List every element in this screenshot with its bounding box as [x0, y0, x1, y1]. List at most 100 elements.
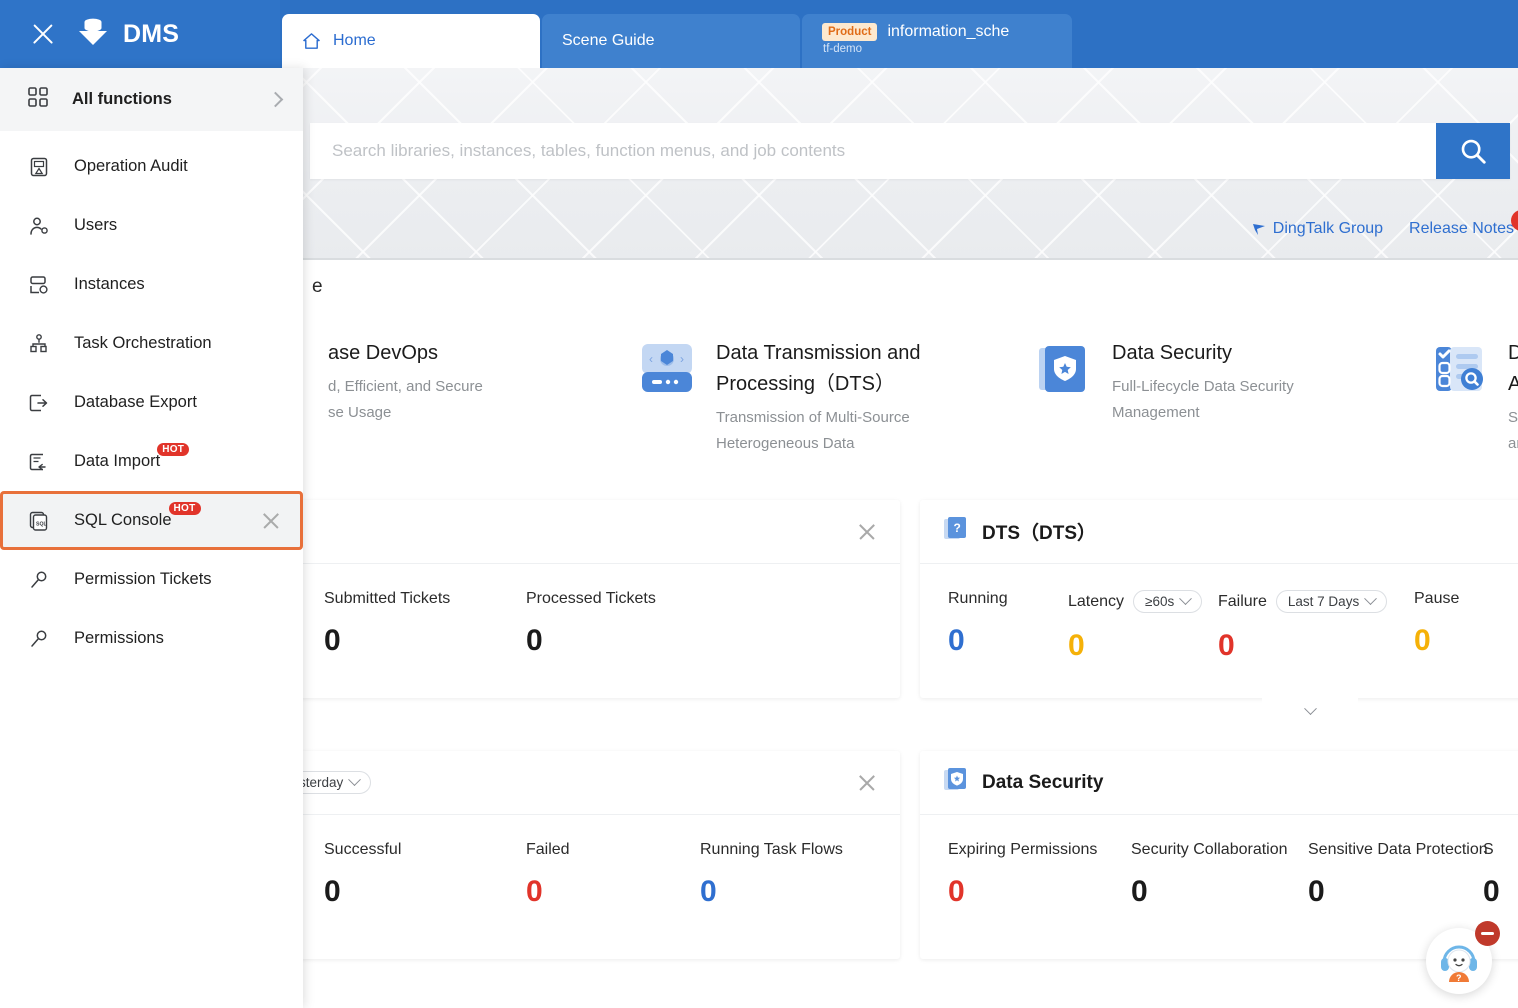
- sidebar-item-text: SQL Console: [74, 511, 172, 529]
- app-title: DMS: [123, 20, 179, 49]
- hot-badge: HOT: [157, 443, 189, 456]
- metric-security-extra: S 0: [1483, 841, 1518, 909]
- search-icon: [1458, 136, 1488, 166]
- search-button[interactable]: [1436, 123, 1510, 179]
- product-title: Data Transmission and: [716, 338, 921, 369]
- product-card-dts[interactable]: ‹ › Data Transmission and Processing（DTS…: [640, 338, 1036, 457]
- operation-audit-icon: [28, 156, 50, 178]
- product-desc-line1: d, Efficient, and Secure: [328, 374, 483, 400]
- metric-label: S: [1483, 841, 1518, 859]
- header-brand-area: DMS: [0, 0, 280, 68]
- latency-filter-dropdown[interactable]: ≥60s: [1133, 590, 1202, 613]
- metric-label: Latency: [1068, 593, 1124, 611]
- metric-value: 0: [1131, 875, 1308, 909]
- metric-value: 0: [948, 875, 1131, 909]
- tab-information-schema[interactable]: Product information_sche tf-demo: [802, 14, 1072, 68]
- product-title-line2: Processing（DTS）: [716, 369, 921, 400]
- sidebar-item-data-import[interactable]: Data Import HOT: [0, 432, 303, 491]
- sidebar-item-permission-tickets[interactable]: Permission Tickets: [0, 550, 303, 609]
- product-desc-line2: se Usage: [328, 400, 483, 426]
- close-icon[interactable]: [856, 521, 878, 543]
- close-icon[interactable]: [261, 511, 281, 531]
- metric-label: Successful: [324, 841, 526, 859]
- users-icon: [28, 215, 50, 237]
- product-card-data-security[interactable]: Data Security Full-Lifecycle Data Securi…: [1036, 338, 1432, 426]
- tab-scene-guide[interactable]: Scene Guide: [542, 14, 800, 68]
- page-title: e: [312, 276, 323, 298]
- sidebar-item-task-orchestration[interactable]: Task Orchestration: [0, 314, 303, 373]
- tab-scene-guide-label: Scene Guide: [562, 32, 655, 50]
- dms-console-window: DingTalk Group Release Notes 2 e ase Dev…: [0, 0, 1518, 1008]
- sidebar-menu: Operation Audit Users: [0, 131, 303, 668]
- dingtalk-icon: [1251, 221, 1267, 237]
- metric-label: Failure: [1218, 593, 1267, 611]
- product-card-data-service[interactable]: Data Ser Applicat Serverless and analy: [1432, 338, 1518, 457]
- metric-label: Running Task Flows: [700, 841, 900, 859]
- sidebar-item-database-export[interactable]: Database Export: [0, 373, 303, 432]
- search-input[interactable]: [310, 123, 1436, 179]
- metric-label: Running: [948, 590, 1068, 608]
- sidebar-item-users[interactable]: Users: [0, 196, 303, 255]
- dingtalk-group-link[interactable]: DingTalk Group: [1251, 220, 1383, 238]
- svg-text:SQL: SQL: [36, 521, 47, 527]
- latency-filter-value: ≥60s: [1145, 594, 1174, 609]
- product-highlight-row: ase DevOps d, Efficient, and Secure se U…: [300, 310, 1518, 470]
- sidebar-item-instances[interactable]: Instances: [0, 255, 303, 314]
- sidebar-item-sql-console[interactable]: SQL SQL Console HOT: [0, 491, 303, 550]
- metric-value: 0: [1483, 875, 1518, 909]
- sidebar-item-label: Instances: [74, 275, 145, 294]
- metric-running: Running 0: [948, 590, 1068, 663]
- product-desc-line1: Serverless: [1508, 405, 1518, 431]
- chatbot-dismiss-button[interactable]: [1475, 921, 1500, 946]
- instances-icon: [28, 274, 50, 296]
- metric-failure: Failure Last 7 Days 0: [1218, 590, 1414, 663]
- metric-value: 0: [1308, 875, 1483, 909]
- app-logo[interactable]: DMS: [76, 17, 179, 51]
- dms-logo-icon: [76, 17, 112, 51]
- metric-value: 0: [526, 624, 766, 658]
- security-card-icon: [942, 766, 970, 799]
- metric-value: 0: [1414, 624, 1518, 658]
- close-icon[interactable]: [28, 19, 58, 49]
- sidebar-item-label: Permission Tickets: [74, 570, 212, 589]
- data-security-card: Data Security Expiring Permissions 0 Sec…: [920, 751, 1518, 959]
- hot-badge: HOT: [169, 502, 201, 515]
- dts-card-collapse-button[interactable]: [1262, 698, 1358, 724]
- metric-value: 0: [700, 875, 900, 909]
- sidebar-item-operation-audit[interactable]: Operation Audit: [0, 137, 303, 196]
- metric-label: Processed Tickets: [526, 590, 766, 608]
- metric-label: Failed: [526, 841, 700, 859]
- product-desc-line2: and analy: [1508, 431, 1518, 457]
- tab-home[interactable]: Home: [282, 14, 540, 68]
- product-badge: Product: [822, 23, 877, 40]
- database-export-icon: [28, 392, 50, 414]
- functions-sidebar: All functions Operation Audit: [0, 68, 303, 1008]
- metric-value: 0: [1218, 629, 1414, 663]
- svg-text:?: ?: [954, 521, 961, 535]
- metric-label: Security Collaboration: [1131, 841, 1308, 859]
- metric-value: 0: [948, 624, 1068, 658]
- chevron-down-icon: [348, 773, 361, 786]
- close-icon[interactable]: [856, 772, 878, 794]
- sidebar-item-label: Permissions: [74, 629, 164, 648]
- all-functions-label: All functions: [72, 90, 172, 109]
- sidebar-item-permissions[interactable]: Permissions: [0, 609, 303, 668]
- sidebar-item-label: Data Import HOT: [74, 452, 160, 471]
- release-notes-link[interactable]: Release Notes 2: [1409, 220, 1514, 238]
- product-desc-line2: Heterogeneous Data: [716, 431, 921, 457]
- dts-card: ? DTS（DTS） Running 0 Latency ≥60s: [920, 500, 1518, 698]
- product-title: ase DevOps: [328, 338, 483, 369]
- tab-bar: Home Scene Guide Product information_sch…: [282, 14, 1074, 68]
- failure-range-dropdown[interactable]: Last 7 Days: [1276, 590, 1387, 613]
- global-search-bar[interactable]: [310, 123, 1510, 179]
- metric-value: 0: [526, 875, 700, 909]
- sidebar-item-label: Users: [74, 216, 117, 235]
- tab-instance-sublabel: tf-demo: [822, 43, 1009, 55]
- metric-pause: Pause 0: [1414, 590, 1518, 663]
- task-orchestration-icon: [28, 333, 50, 355]
- product-card-devops[interactable]: ase DevOps d, Efficient, and Secure se U…: [252, 338, 648, 426]
- product-desc-line1: Transmission of Multi-Source: [716, 405, 921, 431]
- app-header: DMS Home Scene Guide Product infor: [0, 0, 1518, 68]
- sidebar-item-all-functions[interactable]: All functions: [0, 68, 303, 131]
- tab-home-label: Home: [333, 32, 376, 50]
